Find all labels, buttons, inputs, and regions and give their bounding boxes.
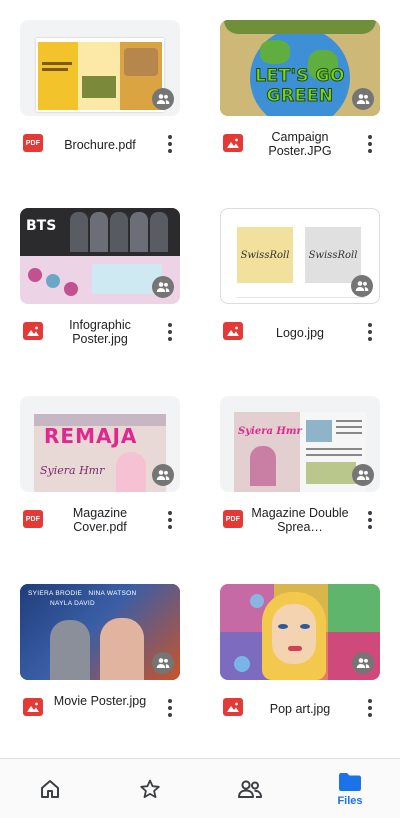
file-name: Magazine Double Sprea… <box>251 506 349 534</box>
file-name: Movie Poster.jpg <box>53 694 147 708</box>
shared-badge <box>152 276 174 298</box>
logo-text: SwissRoll <box>240 249 290 261</box>
more-options-button[interactable] <box>160 696 180 720</box>
more-options-button[interactable] <box>360 320 380 344</box>
magazine-subtitle: Syiera Hmr <box>40 464 105 477</box>
poster-headline: LET'S GO GREEN <box>255 66 345 107</box>
shared-badge <box>352 652 374 674</box>
shared-badge <box>152 88 174 110</box>
nav-home[interactable] <box>0 759 100 818</box>
people-icon <box>356 658 370 668</box>
bottom-navigation: Files <box>0 758 400 818</box>
shared-badge <box>352 464 374 486</box>
folder-icon <box>339 772 361 791</box>
more-options-button[interactable] <box>160 132 180 156</box>
file-thumbnail[interactable]: SwissRoll SwissRoll <box>220 208 380 304</box>
file-name: Infographic Poster.jpg <box>69 318 131 346</box>
image-icon <box>23 698 43 716</box>
file-thumbnail[interactable]: Syiera Hmr <box>220 396 380 492</box>
file-name: Brochure.pdf <box>64 138 136 152</box>
people-icon <box>238 780 262 798</box>
nav-starred[interactable] <box>100 759 200 818</box>
file-thumbnail[interactable]: SYIERA BRODIE NINA WATSON NAYLA DAVID <box>20 584 180 680</box>
people-icon <box>356 94 370 104</box>
image-icon <box>23 322 43 340</box>
more-options-button[interactable] <box>160 508 180 532</box>
file-name: Campaign Poster.JPG <box>268 130 332 158</box>
file-thumbnail[interactable] <box>20 20 180 116</box>
people-icon <box>156 282 170 292</box>
magazine-title: REMAJA <box>44 424 138 448</box>
file-thumbnail[interactable]: BTS <box>20 208 180 304</box>
pdf-icon: PDF <box>23 510 43 528</box>
movie-credits: SYIERA BRODIE NINA WATSON <box>28 590 137 597</box>
infographic-title: BTS <box>26 218 57 234</box>
file-thumbnail[interactable]: REMAJA Syiera Hmr <box>20 396 180 492</box>
image-icon <box>223 322 243 340</box>
shared-badge <box>152 652 174 674</box>
home-icon <box>41 780 59 798</box>
file-thumbnail[interactable]: LET'S GO GREEN <box>220 20 380 116</box>
file-name: Logo.jpg <box>276 326 324 340</box>
nav-files[interactable]: Files <box>300 759 400 818</box>
image-icon <box>223 698 243 716</box>
star-icon <box>140 779 160 798</box>
more-options-button[interactable] <box>360 508 380 532</box>
pdf-icon: PDF <box>23 134 43 152</box>
file-name: Magazine Cover.pdf <box>72 506 128 534</box>
spread-title: Syiera Hmr <box>238 426 302 437</box>
nav-shared[interactable] <box>200 759 300 818</box>
nav-files-label: Files <box>337 794 363 807</box>
more-options-button[interactable] <box>160 320 180 344</box>
shared-badge <box>152 464 174 486</box>
pdf-icon: PDF <box>223 510 243 528</box>
people-icon <box>355 281 369 291</box>
file-name: Pop art.jpg <box>269 702 331 716</box>
people-icon <box>156 470 170 480</box>
shared-badge <box>351 275 373 297</box>
people-icon <box>156 658 170 668</box>
more-options-button[interactable] <box>360 132 380 156</box>
image-icon <box>223 134 243 152</box>
people-icon <box>356 470 370 480</box>
people-icon <box>156 94 170 104</box>
file-thumbnail[interactable] <box>220 584 380 680</box>
movie-credits-2: NAYLA DAVID <box>50 600 95 607</box>
logo-text: SwissRoll <box>308 249 358 261</box>
shared-badge <box>352 88 374 110</box>
more-options-button[interactable] <box>360 696 380 720</box>
